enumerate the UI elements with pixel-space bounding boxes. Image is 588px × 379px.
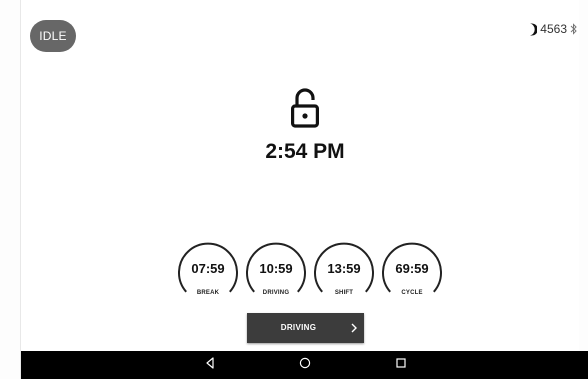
left-edge-strip [0,0,21,379]
system-navigation-bar [21,351,588,379]
bluetooth-icon [570,23,578,35]
chevron-right-icon [349,322,359,334]
shift-time-remaining: 13:59 [327,261,361,276]
driving-label: DRIVING [262,290,290,296]
back-button[interactable] [196,351,224,379]
driving-time-remaining: 10:59 [259,261,293,276]
driving-button-label: DRIVING [280,323,317,332]
duty-status-label: IDLE [39,29,67,43]
cycle-time-remaining: 69:59 [395,261,429,276]
driving-gauge[interactable]: 10:59 DRIVING [246,238,306,302]
lock-open-icon[interactable] [289,88,321,128]
back-icon [205,356,215,374]
shift-label: SHIFT [334,290,354,296]
recents-button[interactable] [387,351,415,379]
cycle-gauge[interactable]: 69:59 CYCLE [382,238,442,302]
status-indicators: 4563 [527,22,578,36]
cycle-label: CYCLE [401,290,423,296]
break-label: BREAK [196,290,220,296]
right-edge-strip [579,0,588,351]
hours-of-service-gauges: 07:59 BREAK 10:59 DRIVING 13:59 SHIFT 69… [178,238,442,302]
break-time-remaining: 07:59 [191,261,225,276]
break-gauge[interactable]: 07:59 BREAK [178,238,238,302]
recents-icon [395,356,407,374]
duty-status-pill[interactable]: IDLE [30,20,76,52]
current-time: 2:54 PM [265,140,345,163]
moon-icon [527,23,538,36]
home-button[interactable] [291,351,319,379]
vehicle-number: 4563 [540,22,567,36]
shift-gauge[interactable]: 13:59 SHIFT [314,238,374,302]
home-icon [299,356,311,374]
driving-status-button[interactable]: DRIVING [247,313,364,343]
